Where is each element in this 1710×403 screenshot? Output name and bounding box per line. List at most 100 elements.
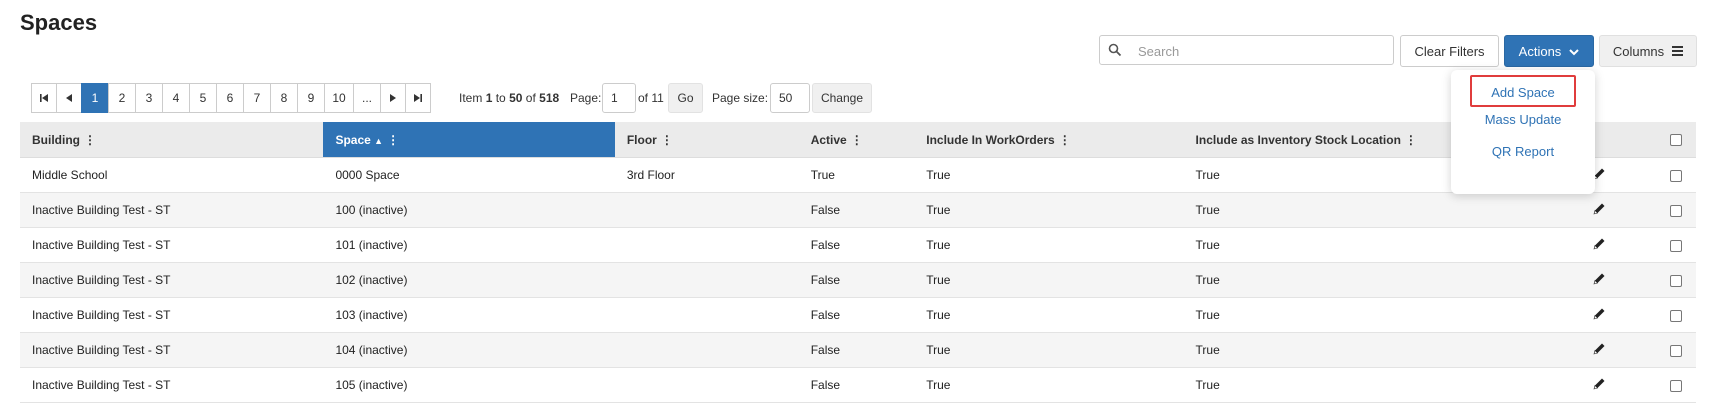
table-row[interactable]: Inactive Building Test - ST 103 (inactive… bbox=[20, 297, 1696, 333]
column-header-active[interactable]: Active ⋮ bbox=[798, 122, 915, 158]
cell-floor: 3rd Floor bbox=[614, 157, 799, 193]
table-row[interactable]: Middle School 0000 Space 3rd Floor True True… bbox=[20, 157, 1696, 193]
table-row[interactable]: Inactive Building Test - ST 101 (inactive… bbox=[20, 227, 1696, 263]
column-menu-icon[interactable]: ⋮ bbox=[1059, 133, 1071, 147]
row-checkbox[interactable] bbox=[1669, 309, 1682, 322]
table-row[interactable]: Inactive Building Test - ST 102 (inactive… bbox=[20, 262, 1696, 298]
page-button-7[interactable]: 7 bbox=[243, 83, 271, 113]
column-label: Building bbox=[32, 132, 80, 147]
clear-filters-button[interactable]: Clear Filters bbox=[1400, 35, 1499, 67]
edit-cell bbox=[1583, 227, 1656, 263]
column-label: Floor bbox=[626, 132, 657, 147]
edit-cell bbox=[1583, 192, 1656, 228]
column-menu-icon[interactable]: ⋮ bbox=[851, 133, 863, 147]
hamburger-icon bbox=[1672, 44, 1684, 59]
cell-floor bbox=[614, 192, 799, 228]
cell-active: False bbox=[798, 297, 915, 333]
search-box[interactable] bbox=[1099, 35, 1394, 65]
column-label: Active bbox=[810, 132, 847, 147]
cell-include-in-workorders: True bbox=[914, 192, 1184, 228]
search-icon bbox=[1108, 43, 1124, 59]
row-checkbox[interactable] bbox=[1669, 239, 1682, 252]
column-menu-icon[interactable]: ⋮ bbox=[84, 133, 96, 147]
row-checkbox[interactable] bbox=[1669, 169, 1682, 182]
pencil-icon[interactable] bbox=[1593, 167, 1606, 183]
row-checkbox[interactable] bbox=[1669, 204, 1682, 217]
table-row[interactable]: Inactive Building Test - ST 104 (inactive… bbox=[20, 332, 1696, 368]
cell-active: False bbox=[798, 367, 915, 403]
select-all-checkbox[interactable] bbox=[1669, 134, 1682, 147]
column-header-building[interactable]: Building ⋮ bbox=[20, 122, 324, 158]
next-page-button[interactable] bbox=[380, 83, 406, 113]
pencil-icon[interactable] bbox=[1593, 272, 1606, 288]
page-button-5[interactable]: 5 bbox=[189, 83, 217, 113]
menu-item-qr-report[interactable]: QR Report bbox=[1451, 144, 1595, 159]
go-button[interactable]: Go bbox=[668, 83, 703, 113]
pencil-icon[interactable] bbox=[1593, 342, 1606, 358]
change-page-size-button[interactable]: Change bbox=[812, 83, 872, 113]
edit-cell bbox=[1583, 297, 1656, 333]
cell-inventory-stock-location: True bbox=[1183, 297, 1584, 333]
cell-inventory-stock-location: True bbox=[1183, 262, 1584, 298]
row-checkbox[interactable] bbox=[1669, 344, 1682, 357]
page-button-4[interactable]: 4 bbox=[162, 83, 190, 113]
cell-include-in-workorders: True bbox=[914, 332, 1184, 368]
cell-building: Inactive Building Test - ST bbox=[20, 227, 324, 263]
page-button-1[interactable]: 1 bbox=[81, 83, 109, 113]
pencil-icon[interactable] bbox=[1593, 307, 1606, 323]
pencil-icon[interactable] bbox=[1593, 237, 1606, 253]
table-row[interactable]: Inactive Building Test - ST 100 (inactive… bbox=[20, 192, 1696, 228]
cell-floor bbox=[614, 297, 799, 333]
cell-building: Inactive Building Test - ST bbox=[20, 297, 324, 333]
page-button-2[interactable]: 2 bbox=[108, 83, 136, 113]
item-label: Item bbox=[459, 91, 483, 105]
page-button-6[interactable]: 6 bbox=[216, 83, 244, 113]
item-total: 518 bbox=[539, 91, 560, 105]
page-button-ellipsis[interactable]: ... bbox=[353, 83, 381, 113]
menu-item-mass-update[interactable]: Mass Update bbox=[1451, 112, 1595, 127]
search-input[interactable] bbox=[1136, 40, 1390, 62]
actions-label: Actions bbox=[1518, 43, 1562, 59]
column-header-floor[interactable]: Floor ⋮ bbox=[614, 122, 799, 158]
column-label: Include In WorkOrders bbox=[926, 132, 1055, 147]
prev-page-button[interactable] bbox=[56, 83, 82, 113]
edit-cell bbox=[1583, 332, 1656, 368]
page-button-8[interactable]: 8 bbox=[270, 83, 298, 113]
page-label: Page: bbox=[570, 91, 602, 105]
cell-floor bbox=[614, 227, 799, 263]
column-header-include-in-workorders[interactable]: Include In WorkOrders ⋮ bbox=[914, 122, 1184, 158]
column-menu-icon[interactable]: ⋮ bbox=[661, 133, 673, 147]
actions-button[interactable]: Actions bbox=[1504, 35, 1594, 67]
page-number-input[interactable] bbox=[602, 83, 636, 113]
to-label: to bbox=[495, 91, 506, 105]
column-menu-icon[interactable]: ⋮ bbox=[387, 133, 399, 147]
pencil-icon[interactable] bbox=[1593, 377, 1606, 393]
edit-cell bbox=[1583, 262, 1656, 298]
column-menu-icon[interactable]: ⋮ bbox=[1405, 133, 1417, 147]
page-title: Spaces bbox=[20, 10, 98, 35]
cell-active: False bbox=[798, 262, 915, 298]
cell-floor bbox=[614, 367, 799, 403]
row-checkbox[interactable] bbox=[1669, 274, 1682, 287]
page-button-9[interactable]: 9 bbox=[297, 83, 325, 113]
of-label: of bbox=[525, 91, 536, 105]
page-button-10[interactable]: 10 bbox=[324, 83, 354, 113]
page-size-input[interactable] bbox=[770, 83, 810, 113]
page-size-label: Page size: bbox=[712, 91, 769, 105]
first-page-button[interactable] bbox=[31, 83, 57, 113]
item-from: 1 bbox=[485, 91, 493, 105]
cell-building: Middle School bbox=[20, 157, 324, 193]
column-header-space[interactable]: Space ▲ ⋮ bbox=[323, 122, 615, 158]
page-button-3[interactable]: 3 bbox=[135, 83, 163, 113]
last-page-button[interactable] bbox=[405, 83, 431, 113]
cell-building: Inactive Building Test - ST bbox=[20, 367, 324, 403]
sort-asc-icon: ▲ bbox=[374, 135, 384, 146]
cell-include-in-workorders: True bbox=[914, 227, 1184, 263]
table-row[interactable]: Inactive Building Test - ST 105 (inactive… bbox=[20, 367, 1696, 403]
chevron-down-icon bbox=[1569, 44, 1580, 59]
row-checkbox[interactable] bbox=[1669, 379, 1682, 392]
menu-item-add-space[interactable]: Add Space bbox=[1470, 75, 1576, 107]
column-label: Include as Inventory Stock Location bbox=[1195, 132, 1401, 147]
columns-button[interactable]: Columns bbox=[1599, 35, 1697, 67]
pencil-icon[interactable] bbox=[1593, 202, 1606, 218]
